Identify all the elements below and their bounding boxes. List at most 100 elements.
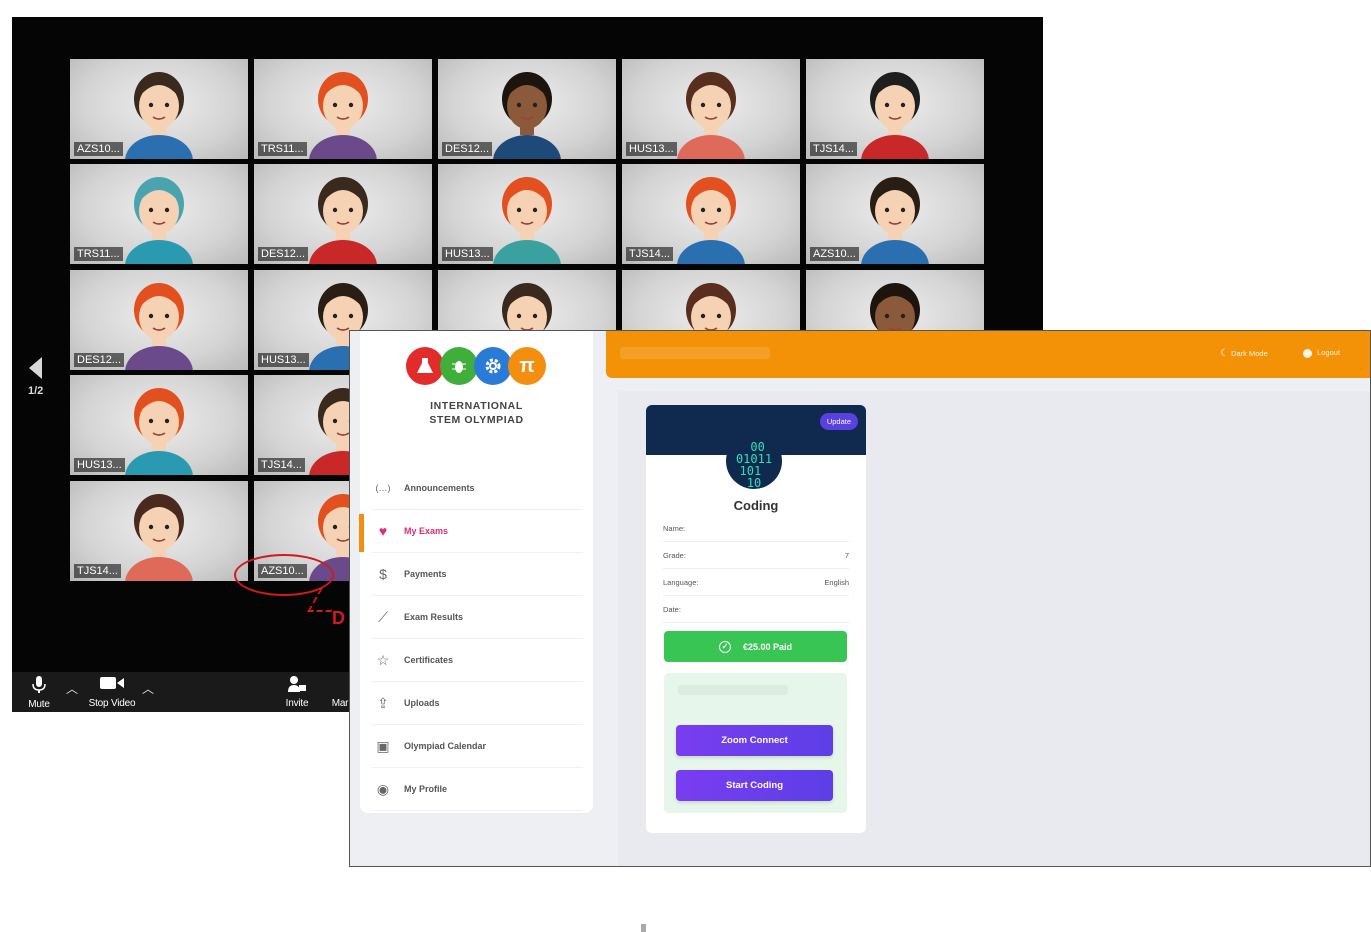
detail-label: Language: (663, 577, 699, 587)
update-button[interactable]: Update (819, 413, 858, 430)
payment-status-badge: ✓ €25.00 Paid (664, 631, 847, 662)
olympiad-logo: π (406, 347, 546, 387)
bug-icon (440, 347, 478, 385)
sidebar-item-payments[interactable]: $ Payments (372, 553, 583, 596)
moon-icon: ☾ (1220, 348, 1229, 359)
participant-name-label: TJS14... (626, 247, 673, 261)
sidebar-item-label: Announcements (404, 483, 475, 493)
manage-participants-button[interactable]: Mar (330, 696, 350, 709)
sidebar-menu: (…) Announcements ♥ My Exams $ Payments ⟋ Exam … (359, 467, 593, 811)
participant-tile[interactable]: AZS10... (806, 164, 984, 264)
sidebar-item-my-exams[interactable]: ♥ My Exams (359, 510, 583, 553)
exam-detail-row: Date: (663, 596, 849, 623)
participant-name-label: HUS13... (258, 353, 309, 367)
detail-value: 7 (844, 550, 849, 560)
upload-icon: ⇪ (377, 694, 389, 711)
participant-name-label: DES12... (258, 247, 309, 261)
gallery-page-indicator: 1/2 (28, 385, 44, 397)
participant-name-label: DES12... (442, 142, 493, 156)
start-coding-button[interactable]: Start Coding (676, 770, 833, 801)
participant-name-label: AZS10... (810, 247, 859, 261)
participant-name-label: TRS11... (258, 142, 307, 156)
participant-tile[interactable]: HUS13... (622, 59, 800, 159)
exam-detail-row: Name: (663, 515, 849, 542)
sidebar-item-label: Payments (404, 569, 447, 579)
participant-name-label: DES12... (74, 353, 125, 367)
top-bar: ☾ Dark Mode Logout (606, 331, 1370, 378)
exam-card: Update 00 01011 101 10 Coding Name: Grade: 7… (646, 405, 866, 833)
star-icon: ☆ (376, 651, 390, 668)
sidebar-item-label: Olympiad Calendar (404, 741, 487, 751)
user-icon: ◉ (376, 780, 390, 797)
participant-tile[interactable]: HUS13... (70, 375, 248, 475)
sidebar-item-label: My Profile (404, 784, 448, 794)
sidebar-item-certificates[interactable]: ☆ Certificates (372, 639, 583, 682)
participant-tile[interactable]: TRS11... (254, 59, 432, 159)
participant-tile[interactable]: HUS13... (438, 164, 616, 264)
sidebar-item-uploads[interactable]: ⇪ Uploads (372, 682, 583, 725)
dark-mode-toggle[interactable]: ☾ Dark Mode (1220, 348, 1268, 359)
sidebar-item-olympiad-calendar[interactable]: ▣ Olympiad Calendar (372, 725, 583, 768)
invite-button[interactable]: Invite (280, 676, 314, 709)
participant-name-label: HUS13... (442, 247, 493, 261)
flask-icon (406, 347, 444, 385)
participant-name-label: TJS14... (258, 458, 305, 472)
divider-mark (641, 924, 646, 932)
organization-name: INTERNATIONAL STEM OLYMPIAD (360, 399, 593, 427)
panel-faded-text (678, 685, 788, 695)
org-line-2: STEM OLYMPIAD (429, 414, 524, 426)
audio-options-chevron-icon[interactable]: ︿ (66, 680, 78, 697)
org-line-1: INTERNATIONAL (430, 400, 523, 412)
video-options-chevron-icon[interactable]: ︿ (142, 680, 154, 697)
gear-icon (474, 347, 512, 385)
check-circle-icon: ✓ (718, 640, 731, 653)
chart-icon: ⟋ (378, 608, 388, 625)
detail-label: Grade: (663, 550, 686, 560)
participant-name-label: TJS14... (74, 564, 121, 578)
participant-tile[interactable]: DES12... (70, 270, 248, 370)
dark-mode-label: Dark Mode (1231, 349, 1268, 358)
sidebar-item-label: Uploads (404, 698, 440, 708)
sidebar-item-label: Exam Results (404, 612, 464, 622)
participant-tile[interactable]: TJS14... (806, 59, 984, 159)
mute-label: Mute (28, 699, 50, 710)
participant-tile[interactable]: DES12... (254, 164, 432, 264)
logout-label: Logout (1317, 348, 1341, 357)
pi-icon: π (508, 347, 546, 385)
participant-name-label: TRS11... (74, 247, 123, 261)
calendar-icon: ▣ (376, 737, 390, 754)
paid-amount-label: €25.00 Paid (742, 641, 793, 652)
participant-name-label: AZS10... (74, 142, 123, 156)
manage-label: Mar (331, 698, 349, 709)
chat-icon: (…) (375, 483, 391, 493)
participant-tile[interactable]: DES12... (438, 59, 616, 159)
exam-detail-row: Language: English (663, 569, 849, 596)
heart-icon: ♥ (378, 523, 388, 539)
exam-detail-row: Grade: 7 (663, 542, 849, 569)
previous-page-arrow-icon[interactable] (29, 357, 42, 379)
logout-button[interactable]: Logout (1303, 348, 1340, 358)
sidebar-item-my-profile[interactable]: ◉ My Profile (372, 768, 583, 811)
add-participant-icon (288, 676, 306, 692)
sidebar: π INTERNATIONAL STEM OLYMPIAD (…) Announc… (359, 331, 593, 813)
mute-button[interactable]: Mute (24, 676, 54, 710)
participant-tile[interactable]: TJS14... (622, 164, 800, 264)
video-camera-icon (100, 677, 124, 689)
topbar-faded-text (620, 347, 770, 359)
olympiad-portal-window: π INTERNATIONAL STEM OLYMPIAD (…) Announc… (349, 330, 1371, 867)
participant-tile[interactable]: AZS10... (70, 59, 248, 159)
participant-tile[interactable]: TRS11... (70, 164, 248, 264)
stop-video-label: Stop Video (88, 698, 136, 709)
stop-video-button[interactable]: Stop Video (82, 676, 142, 709)
sidebar-item-label: My Exams (404, 526, 449, 536)
annotation-letter: D (332, 608, 345, 628)
microphone-icon (32, 676, 46, 693)
zoom-connect-button[interactable]: Zoom Connect (676, 725, 833, 756)
exam-actions-panel: Zoom Connect Start Coding (664, 673, 847, 813)
participant-name-label: HUS13... (626, 142, 677, 156)
participant-tile[interactable]: TJS14... (70, 481, 248, 581)
sidebar-item-announcements[interactable]: (…) Announcements (372, 467, 583, 510)
detail-value: English (824, 577, 849, 587)
sidebar-item-exam-results[interactable]: ⟋ Exam Results (372, 596, 583, 639)
participant-name-label: HUS13... (74, 458, 125, 472)
